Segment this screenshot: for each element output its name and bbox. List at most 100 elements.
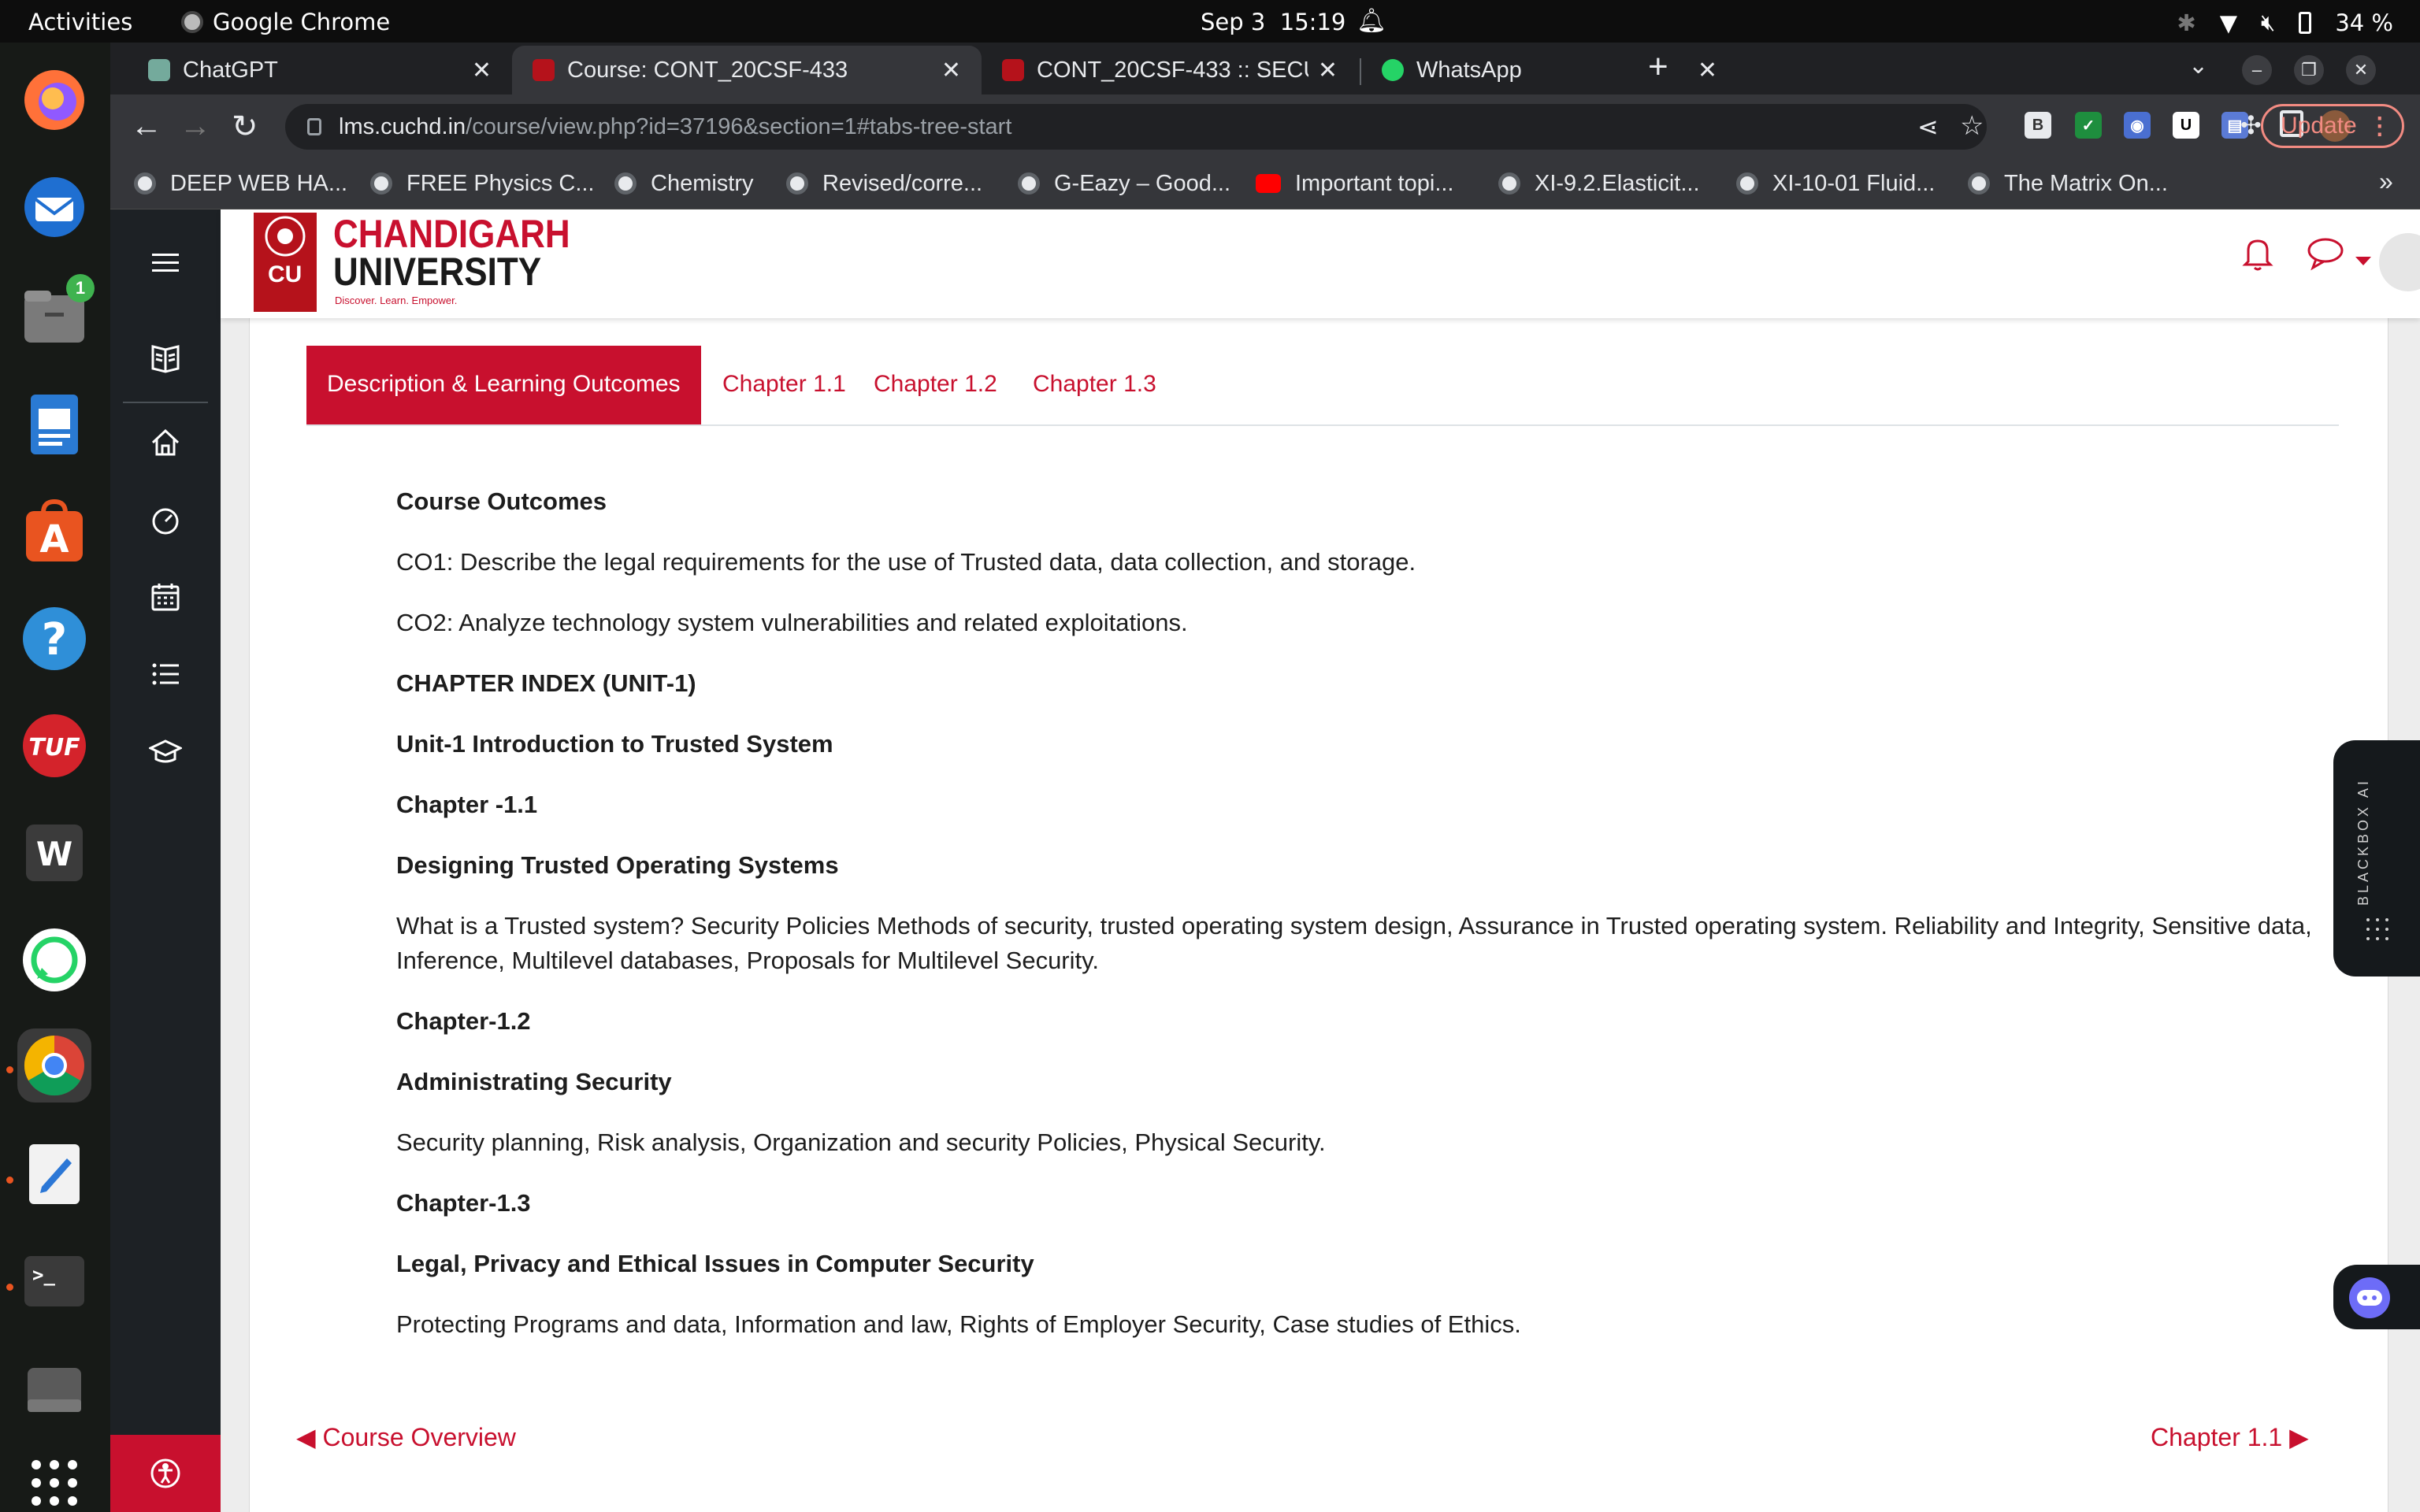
brand-line-2: UNIVERSITY bbox=[333, 250, 542, 294]
tab-strip: ChatGPT ✕ Course: CONT_20CSF-433 ✕ CONT_… bbox=[110, 43, 2420, 94]
extension-camera-icon[interactable]: ◉ bbox=[2124, 112, 2151, 139]
calendar-icon[interactable] bbox=[145, 576, 186, 617]
extension-u-icon[interactable]: U bbox=[2173, 112, 2199, 139]
files-icon[interactable]: 1 bbox=[17, 274, 95, 353]
next-section-link[interactable]: Chapter 1.1 ▶ bbox=[2151, 1422, 2309, 1452]
tab-chapter-1-3[interactable]: Chapter 1.3 bbox=[1033, 346, 1156, 424]
brand-tagline: Discover. Learn. Empower. bbox=[335, 295, 458, 306]
clock[interactable]: Sep 3 15:19 bbox=[1201, 9, 1345, 35]
tab-chapter-1-2[interactable]: Chapter 1.2 bbox=[874, 346, 997, 424]
tab-security[interactable]: CONT_20CSF-433 :: SECUR ✕ bbox=[982, 46, 1358, 94]
chrome-icon[interactable] bbox=[17, 1028, 91, 1102]
text-editor-icon[interactable] bbox=[17, 1137, 91, 1211]
close-tab-icon[interactable]: ✕ bbox=[941, 57, 961, 84]
tab-label: Chapter 1.2 bbox=[874, 371, 997, 397]
address-bar[interactable]: lms.cuchd.in/course/view.php?id=37196&se… bbox=[285, 104, 1987, 150]
chapter-1-1-label: Chapter -1.1 bbox=[396, 791, 538, 818]
minimize-icon[interactable]: – bbox=[2242, 55, 2272, 85]
graduation-cap-icon[interactable] bbox=[145, 731, 186, 772]
course-book-icon[interactable] bbox=[145, 337, 186, 378]
user-menu-caret-icon[interactable] bbox=[2355, 257, 2371, 265]
chapter-1-2-label: Chapter-1.2 bbox=[396, 1007, 531, 1035]
close-window-icon[interactable]: ✕ bbox=[2346, 55, 2376, 85]
hamburger-menu-icon[interactable] bbox=[145, 243, 186, 284]
back-icon[interactable]: ← bbox=[131, 109, 162, 144]
bookmark-item[interactable]: G-Eazy – Good... bbox=[1018, 158, 1230, 209]
bookmark-label: G-Eazy – Good... bbox=[1054, 170, 1231, 196]
extensions-puzzle-icon[interactable]: ✣ bbox=[2240, 110, 2262, 140]
url-host: lms.cuchd.in bbox=[339, 113, 466, 139]
running-indicator bbox=[6, 1066, 13, 1073]
svg-text:TUF: TUF bbox=[28, 734, 80, 762]
system-tray[interactable]: ✱ ▼ 🔇︎ 34 % bbox=[2177, 9, 2393, 36]
bookmark-item[interactable]: FREE Physics C... bbox=[370, 158, 595, 209]
chatbot-button[interactable] bbox=[2333, 1265, 2420, 1329]
date: Sep 3 bbox=[1201, 9, 1266, 35]
home-icon[interactable] bbox=[145, 422, 186, 463]
tab-chatgpt[interactable]: ChatGPT ✕ bbox=[128, 46, 512, 94]
terminal-icon[interactable]: >_ bbox=[17, 1244, 91, 1318]
help-icon[interactable]: ? bbox=[17, 602, 91, 676]
chatgpt-favicon-icon bbox=[148, 59, 170, 81]
bookmark-item[interactable]: Important topi... bbox=[1256, 158, 1454, 209]
notification-bell-icon[interactable] bbox=[2242, 236, 2273, 275]
chapter-1-2-description: Security planning, Risk analysis, Organi… bbox=[396, 1128, 1326, 1156]
notification-bell-icon[interactable]: 🔔︎ bbox=[1357, 7, 1386, 35]
tab-description[interactable]: Description & Learning Outcomes bbox=[306, 346, 701, 424]
whatsapp-icon[interactable] bbox=[17, 923, 91, 997]
tuf-app-icon[interactable]: TUF bbox=[17, 709, 91, 783]
bookmark-label: XI-9.2.Elasticit... bbox=[1535, 170, 1700, 196]
drawer-separator bbox=[123, 402, 208, 403]
dashboard-gauge-icon[interactable] bbox=[145, 499, 186, 540]
prev-section-link[interactable]: ◀ Course Overview bbox=[296, 1422, 516, 1452]
bookmark-item[interactable]: Revised/corre... bbox=[786, 158, 982, 209]
restore-icon[interactable]: ❐ bbox=[2294, 55, 2324, 85]
tab-whatsapp[interactable]: WhatsApp ✕ bbox=[1361, 46, 1738, 94]
extension-check-icon[interactable]: ✓ bbox=[2075, 112, 2102, 139]
bookmark-item[interactable]: The Matrix On... bbox=[1968, 158, 2168, 209]
chapter-index-heading: CHAPTER INDEX (UNIT-1) bbox=[396, 669, 696, 697]
share-icon[interactable]: ⋖ bbox=[1917, 112, 1939, 142]
forward-icon[interactable]: → bbox=[180, 109, 211, 144]
accessibility-icon bbox=[150, 1458, 180, 1488]
bookmark-item[interactable]: DEEP WEB HA... bbox=[134, 158, 347, 209]
tab-search-icon[interactable]: ⌄ bbox=[2188, 52, 2208, 80]
bookmark-label: The Matrix On... bbox=[2004, 170, 2168, 196]
update-button[interactable]: Update ⋮ bbox=[2261, 104, 2404, 148]
libreoffice-impress-icon[interactable] bbox=[17, 387, 91, 461]
firefox-icon[interactable] bbox=[17, 63, 91, 137]
bookmark-star-icon[interactable]: ☆ bbox=[1960, 110, 1984, 142]
accessibility-button[interactable] bbox=[110, 1435, 221, 1512]
bookmark-item[interactable]: XI-9.2.Elasticit... bbox=[1498, 158, 1700, 209]
tab-course[interactable]: Course: CONT_20CSF-433 ✕ bbox=[512, 46, 982, 94]
close-tab-icon[interactable]: ✕ bbox=[1318, 57, 1338, 84]
bookmark-item[interactable]: XI-10-01 Fluid... bbox=[1736, 158, 1935, 209]
tab-label: Chapter 1.1 bbox=[722, 371, 846, 397]
reload-icon[interactable]: ↻ bbox=[232, 109, 258, 145]
thunderbird-icon[interactable] bbox=[17, 170, 91, 244]
youtube-icon bbox=[1256, 174, 1281, 193]
drive-icon[interactable] bbox=[17, 1353, 91, 1427]
extension-b-icon[interactable]: B bbox=[2025, 112, 2051, 139]
tab-chapter-1-1[interactable]: Chapter 1.1 bbox=[722, 346, 846, 424]
list-icon[interactable] bbox=[145, 654, 186, 695]
messages-icon[interactable] bbox=[2307, 236, 2344, 275]
dock: 1 A ? TUF W >_ bbox=[0, 43, 110, 1512]
user-avatar[interactable] bbox=[2379, 233, 2420, 291]
app-menu[interactable]: Google Chrome bbox=[181, 9, 390, 35]
show-apps-icon[interactable] bbox=[17, 1446, 91, 1512]
wps-writer-icon[interactable]: W bbox=[17, 816, 91, 890]
course-outcomes-heading: Course Outcomes bbox=[396, 487, 607, 515]
activities-button[interactable]: Activities bbox=[28, 9, 132, 35]
more-bookmarks-icon[interactable]: » bbox=[2379, 167, 2393, 196]
close-tab-icon[interactable]: ✕ bbox=[472, 57, 492, 84]
bluetooth-icon: ✱ bbox=[2177, 9, 2196, 36]
globe-icon bbox=[370, 172, 392, 195]
globe-icon bbox=[1736, 172, 1758, 195]
new-tab-icon[interactable]: + bbox=[1648, 47, 1668, 87]
blackbox-ai-widget[interactable]: BLACKBOX AI bbox=[2333, 740, 2420, 976]
globe-icon bbox=[134, 172, 156, 195]
software-center-icon[interactable]: A bbox=[17, 495, 91, 569]
close-tab-icon[interactable]: ✕ bbox=[1698, 57, 1717, 84]
bookmark-item[interactable]: Chemistry bbox=[614, 158, 754, 209]
